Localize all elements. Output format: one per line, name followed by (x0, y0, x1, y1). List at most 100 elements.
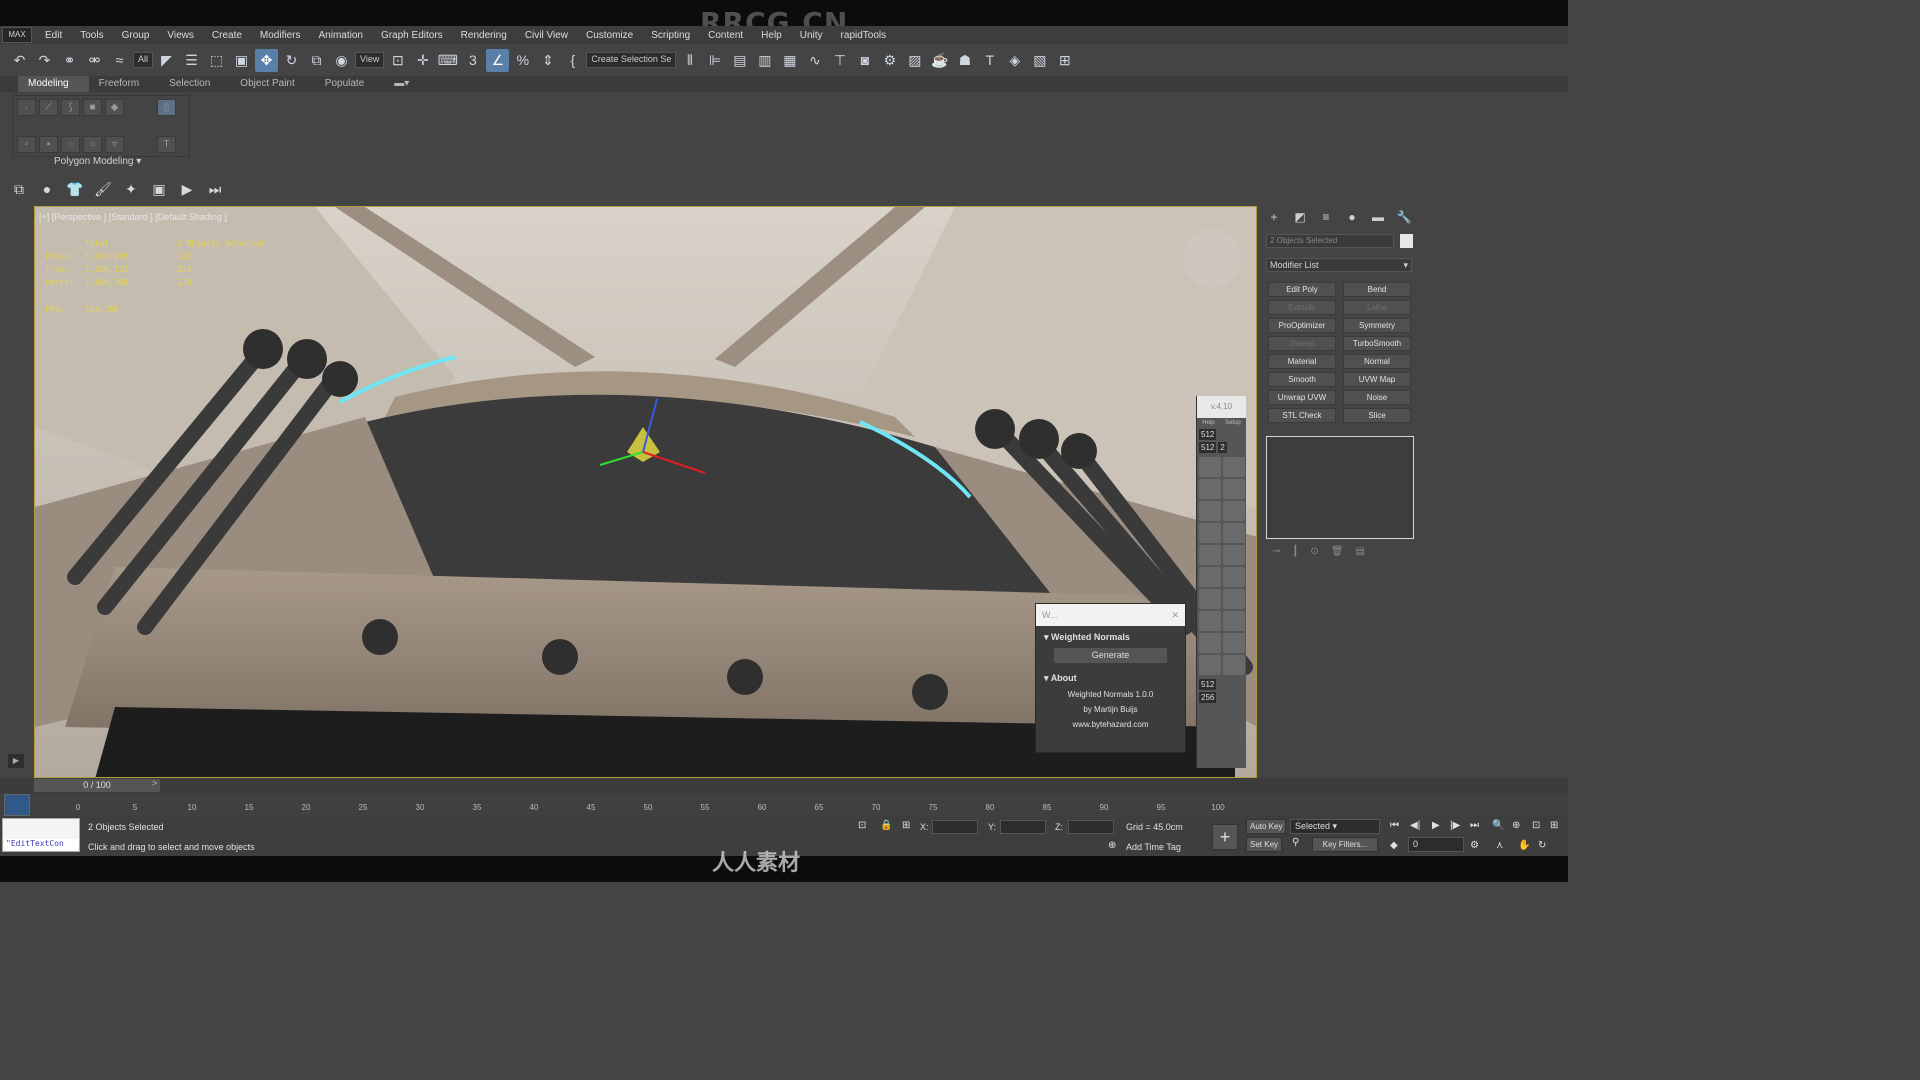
tool-icon-load[interactable] (1223, 479, 1245, 499)
selection-filter-dropdown[interactable]: All (133, 52, 154, 68)
expand-arrow-icon[interactable]: ▶ (8, 754, 24, 768)
render-iterative-icon[interactable]: ☗ (953, 49, 976, 72)
menu-civil-view[interactable]: Civil View (516, 30, 577, 41)
key-mode-icon[interactable]: ⚲ (1292, 837, 1299, 848)
resolution-field-3[interactable]: 512 (1199, 679, 1217, 690)
isolate-selection-icon[interactable]: ⊡ (858, 820, 866, 831)
modifier-button-material[interactable]: Material (1268, 354, 1336, 369)
rect-selection-icon[interactable]: ⬚ (205, 49, 228, 72)
modifier-button-uvw-map[interactable]: UVW Map (1343, 372, 1411, 387)
grid-layout-icon[interactable]: ⊞ (1053, 49, 1076, 72)
time-slider[interactable]: < 0 / 100 > (0, 778, 1568, 794)
shirt-icon[interactable]: 👕 (64, 178, 86, 200)
polygon-mode-icon[interactable]: ■ (83, 99, 102, 116)
modifier-button-sweep[interactable]: Sweep (1268, 336, 1336, 351)
timeline-ruler[interactable]: 0 5 10 15 20 25 30 35 40 45 50 55 60 65 70 75 80 85 90 95 10… (76, 796, 1225, 814)
key-mode-toggle-icon[interactable]: ◆ (1390, 840, 1398, 851)
ring-selection-icon[interactable]: ◌ (61, 136, 80, 153)
render-texture-icon[interactable]: T (978, 49, 1001, 72)
tool-icon-uv-swap[interactable] (1223, 501, 1245, 521)
go-to-end-icon[interactable]: ⏭ (1470, 820, 1479, 831)
zoom-icon[interactable]: 🔍 (1492, 820, 1504, 831)
modifier-button-symmetry[interactable]: Symmetry (1343, 318, 1411, 333)
set-key-button[interactable]: Set Key (1246, 837, 1283, 852)
tool-icon-pelt[interactable] (1223, 589, 1245, 609)
menu-modifiers[interactable]: Modifiers (251, 30, 310, 41)
pivot-center-icon[interactable]: ⊡ (386, 49, 409, 72)
video-end-icon[interactable]: ⏭ (204, 178, 226, 200)
scene-explorer-icon[interactable]: ▤ (728, 49, 751, 72)
weighted-normals-titlebar[interactable]: W... ✕ (1036, 604, 1185, 626)
tab-modeling[interactable]: Modeling (18, 76, 89, 92)
viewcube[interactable] (1183, 229, 1241, 287)
field-of-view-icon[interactable]: ⋏ (1496, 840, 1503, 851)
menu-rapidtools[interactable]: rapidTools (832, 30, 896, 41)
tool-icon-uv[interactable] (1223, 457, 1245, 477)
x-coord-field[interactable] (932, 820, 978, 834)
key-selection-dropdown[interactable]: Selected ▾ (1290, 819, 1380, 834)
export-icon[interactable]: ◈ (1003, 49, 1026, 72)
modifier-button-extrude[interactable]: Extrude (1268, 300, 1336, 315)
menu-create[interactable]: Create (203, 30, 251, 41)
undo-icon[interactable]: ↶ (8, 49, 31, 72)
maxscript-listener[interactable]: "EditTextCon (2, 818, 80, 852)
tool-icon-crop[interactable] (1223, 655, 1245, 675)
utilities-tab-icon[interactable]: 🔧 (1396, 209, 1412, 225)
menu-rendering[interactable]: Rendering (452, 30, 516, 41)
tool-icon-split[interactable] (1223, 545, 1245, 565)
motion-tab-icon[interactable]: ● (1344, 209, 1360, 225)
perspective-viewport[interactable]: [+] [Perspective ] [Standard ] [Default … (34, 206, 1257, 778)
add-key-icon[interactable]: + (1212, 824, 1238, 850)
border-mode-icon[interactable]: ⟆ (61, 99, 80, 116)
auto-key-button[interactable]: Auto Key (1246, 819, 1287, 834)
element-mode-icon[interactable]: ◆ (105, 99, 124, 116)
app-logo[interactable]: MAX (2, 27, 32, 43)
render-production-icon[interactable]: ☕ (928, 49, 951, 72)
previous-frame-icon[interactable]: ◀| (1410, 820, 1420, 831)
time-slider-thumb[interactable]: 0 / 100 (34, 779, 160, 792)
modify-tab-icon[interactable]: ◩ (1292, 209, 1308, 225)
keyboard-shortcut-toggle-icon[interactable]: ⌨ (436, 49, 459, 72)
edge-mode-icon[interactable]: ⟋ (39, 99, 58, 116)
grow-selection-icon[interactable]: ▪ (39, 136, 58, 153)
vertex-mode-icon[interactable]: · (17, 99, 36, 116)
select-move-icon[interactable]: ✥ (255, 48, 279, 72)
manipulate-icon[interactable]: ✛ (411, 49, 434, 72)
about-website[interactable]: www.bytehazard.com (1036, 717, 1185, 732)
tools-help-link[interactable]: Help (1202, 420, 1214, 426)
render-frame-icon[interactable]: ▣ (148, 178, 170, 200)
tool-icon-unfold[interactable] (1199, 545, 1221, 565)
rendered-frame-window-icon[interactable]: ▨ (903, 49, 926, 72)
modifier-button-slice[interactable]: Slice (1343, 408, 1411, 423)
modifier-stack[interactable] (1266, 436, 1414, 539)
modify-mode-icon[interactable]: ▯ (157, 99, 176, 116)
mini-curve-editor-icon[interactable] (4, 794, 30, 816)
pin-stack-icon[interactable]: T (157, 136, 176, 153)
modifier-button-unwrap-uvw[interactable]: Unwrap UVW (1268, 390, 1336, 405)
tool-icon-check[interactable] (1199, 479, 1221, 499)
snaps-toggle-icon[interactable]: 3 (461, 49, 484, 72)
modifier-button-prooptimizer[interactable]: ProOptimizer (1268, 318, 1336, 333)
tool-icon-rect[interactable] (1199, 589, 1221, 609)
tab-selection[interactable]: Selection (159, 76, 230, 92)
tab-freeform[interactable]: Freeform (89, 76, 160, 92)
tool-icon-edit[interactable] (1199, 457, 1221, 477)
add-time-tag[interactable]: Add Time Tag (1126, 842, 1181, 852)
ribbon-toggle-icon[interactable]: ▦ (778, 49, 801, 72)
window-crossing-icon[interactable]: ▣ (230, 49, 253, 72)
remove-modifier-icon[interactable]: 🗑 (1331, 546, 1344, 557)
reference-coordinate-dropdown[interactable]: View (355, 52, 385, 68)
material-editor-icon[interactable]: ◙ (853, 49, 876, 72)
modifier-button-bend[interactable]: Bend (1343, 282, 1411, 297)
menu-views[interactable]: Views (158, 30, 203, 41)
time-tag-icon[interactable]: ⊕ (1108, 840, 1116, 851)
maxscript-input[interactable]: "EditTextCon (4, 839, 78, 851)
resolution-field-2[interactable]: 512 (1199, 442, 1217, 453)
batch-render-icon[interactable]: ▧ (1028, 49, 1051, 72)
unlink-icon[interactable]: ⚮ (83, 49, 106, 72)
tab-object-paint[interactable]: Object Paint (230, 76, 314, 92)
generate-button[interactable]: Generate (1054, 648, 1167, 663)
time-slider-next-icon[interactable]: > (152, 778, 157, 788)
absolute-mode-icon[interactable]: ⊞ (902, 820, 910, 831)
redo-icon[interactable]: ↷ (33, 49, 56, 72)
